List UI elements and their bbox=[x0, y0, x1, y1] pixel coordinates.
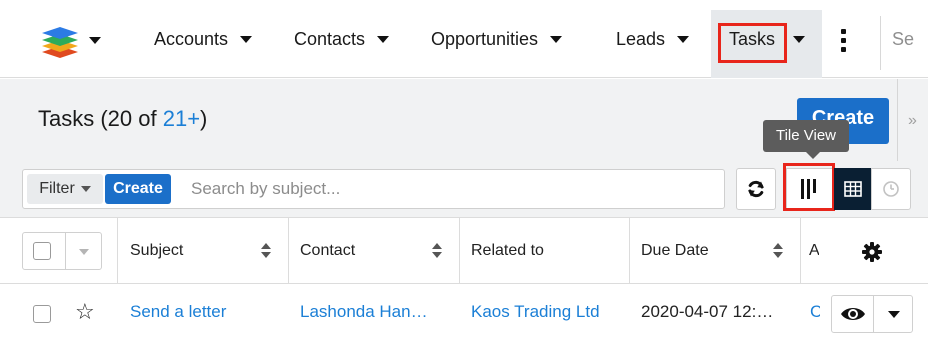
sugar-cube-logo-icon[interactable] bbox=[40, 24, 80, 60]
column-divider bbox=[800, 218, 801, 284]
refresh-button[interactable] bbox=[736, 168, 776, 210]
column-header-related-to[interactable]: Related to bbox=[471, 218, 544, 284]
chevron-down-icon[interactable] bbox=[377, 35, 390, 43]
assigned-user-link[interactable]: C bbox=[810, 302, 820, 322]
select-all-checkbox[interactable] bbox=[33, 242, 51, 260]
chevron-down-icon[interactable] bbox=[550, 35, 563, 43]
gear-icon[interactable] bbox=[862, 242, 882, 262]
activity-stream-button[interactable] bbox=[871, 168, 911, 210]
logo-menu-chevron-down-icon[interactable] bbox=[89, 37, 101, 44]
page-title: Tasks (20 of 21+) bbox=[38, 106, 208, 131]
row-actions-divider bbox=[873, 295, 874, 333]
list-view-button[interactable] bbox=[834, 168, 871, 210]
column-divider bbox=[288, 218, 289, 284]
column-header-contact[interactable]: Contact bbox=[300, 218, 355, 284]
refresh-icon bbox=[748, 180, 764, 198]
search-input[interactable] bbox=[183, 170, 719, 208]
create-filter-button[interactable]: Create bbox=[105, 174, 171, 204]
contact-link[interactable]: Lashonda Han… bbox=[300, 302, 450, 322]
chevron-down-icon bbox=[80, 186, 91, 192]
chevron-down-icon[interactable] bbox=[240, 35, 253, 43]
row-checkbox[interactable] bbox=[33, 305, 51, 323]
chevron-down-icon[interactable] bbox=[793, 35, 806, 43]
sort-icon[interactable] bbox=[432, 243, 442, 259]
subject-link[interactable]: Send a letter bbox=[130, 302, 280, 322]
record-count-link[interactable]: 21+ bbox=[163, 106, 200, 131]
nav-item-opportunities[interactable]: Opportunities bbox=[431, 0, 563, 78]
double-chevron-right-icon[interactable]: » bbox=[908, 112, 917, 130]
due-date-cell: 2020-04-07 12:… bbox=[641, 302, 774, 321]
tile-view-tooltip: Tile View bbox=[763, 120, 849, 152]
nav-divider bbox=[880, 16, 881, 70]
column-divider bbox=[459, 218, 460, 284]
sort-icon[interactable] bbox=[261, 243, 271, 259]
nav-item-label: Leads bbox=[616, 28, 666, 49]
chevron-down-icon[interactable] bbox=[79, 249, 89, 255]
filter-dropdown-button[interactable]: Filter bbox=[27, 174, 103, 204]
vertical-ellipsis-icon[interactable] bbox=[836, 29, 850, 53]
tile-view-callout-box bbox=[783, 163, 835, 211]
nav-item-leads[interactable]: Leads bbox=[616, 0, 690, 78]
mass-select-divider bbox=[65, 232, 66, 270]
nav-item-accounts[interactable]: Accounts bbox=[154, 0, 253, 78]
sidepanel-divider bbox=[897, 79, 898, 161]
nav-item-contacts[interactable]: Contacts bbox=[294, 0, 390, 78]
app-window: Accounts Contacts Opportunities Leads Ta… bbox=[0, 0, 928, 341]
global-search-input[interactable]: Se bbox=[892, 0, 928, 78]
column-header-subject[interactable]: Subject bbox=[130, 218, 183, 284]
clock-icon bbox=[883, 181, 899, 197]
column-divider bbox=[629, 218, 630, 284]
tasks-tab-callout-box bbox=[718, 23, 787, 63]
favorite-star-icon[interactable]: ☆ bbox=[75, 301, 95, 323]
related-to-link[interactable]: Kaos Trading Ltd bbox=[471, 302, 621, 322]
filter-label: Filter bbox=[39, 180, 75, 197]
sort-icon[interactable] bbox=[773, 243, 783, 259]
table-grid-icon bbox=[843, 181, 862, 197]
column-header-due-date[interactable]: Due Date bbox=[641, 218, 709, 284]
tooltip-arrow bbox=[806, 152, 820, 159]
nav-item-label: Opportunities bbox=[431, 28, 539, 49]
eye-icon[interactable] bbox=[840, 305, 866, 323]
nav-item-label: Accounts bbox=[154, 28, 229, 49]
chevron-down-icon[interactable] bbox=[677, 35, 690, 43]
column-header-assigned[interactable]: A bbox=[809, 218, 819, 284]
nav-item-label: Contacts bbox=[294, 28, 366, 49]
column-divider bbox=[117, 218, 118, 284]
chevron-down-icon[interactable] bbox=[888, 311, 900, 318]
